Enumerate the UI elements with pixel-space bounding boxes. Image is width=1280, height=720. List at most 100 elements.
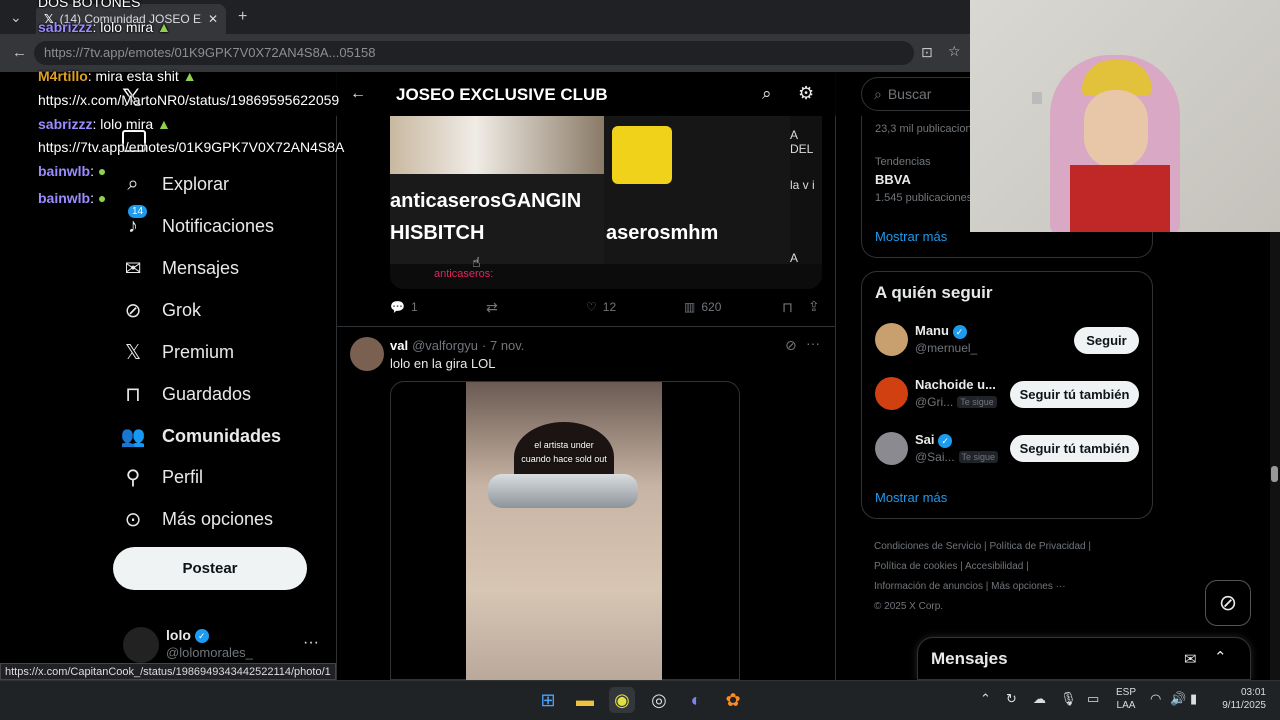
grok-fab-icon[interactable]: ⊘ (1205, 580, 1251, 626)
sidebar-item-perfil[interactable]: ⚲ Perfil (122, 459, 203, 495)
sidebar-item-label: Comunidades (162, 425, 282, 446)
wifi-icon[interactable]: ◠ (1150, 691, 1161, 707)
sync-icon[interactable]: ↻ (1006, 691, 1017, 707)
sidebar-item-label: Mensajes (162, 257, 240, 278)
volume-icon[interactable]: 🔊 (1170, 691, 1186, 707)
bookmark-star-icon[interactable]: ☆ (948, 43, 961, 60)
install-icon[interactable]: ⊡ (921, 44, 933, 61)
follow-button[interactable]: Seguir (1074, 327, 1139, 354)
scrollbar[interactable] (1270, 232, 1280, 680)
post-button[interactable]: Postear (113, 547, 307, 590)
who-to-follow-title: A quién seguir (875, 283, 993, 302)
avatar[interactable] (123, 627, 159, 663)
show-more-link[interactable]: Mostrar más (875, 490, 947, 505)
back-icon[interactable]: ← (12, 44, 27, 61)
reply-count: 1 (410, 300, 418, 314)
avatar[interactable] (875, 377, 908, 410)
back-arrow-icon[interactable]: ← (350, 85, 366, 103)
follow-back-button[interactable]: Seguir tú también (1010, 435, 1139, 462)
sunglasses-shape (488, 474, 638, 508)
suggestion-name[interactable]: Nachoide u... (915, 377, 996, 392)
footer-link[interactable]: Más opciones ··· (991, 581, 1065, 592)
sidebar-item-guardados[interactable]: ⊓ Guardados (122, 376, 251, 412)
media-image-1 (390, 116, 604, 174)
sidebar-item-notificaciones[interactable]: ♪ 14 Notificaciones (122, 205, 274, 244)
microphone-icon[interactable]: 🎙 (1060, 691, 1077, 707)
sidebar-item-comunidades[interactable]: 👥 Comunidades (120, 418, 282, 454)
new-tab-icon[interactable]: + (238, 8, 247, 26)
image-text: HISBITCH (390, 222, 485, 244)
suggestion-name[interactable]: Manu ✓ (915, 323, 967, 339)
reply-icon: 💬 (390, 300, 405, 314)
reply-button[interactable]: 💬 1 (390, 300, 418, 314)
file-explorer-icon[interactable]: ▬ (572, 687, 598, 713)
scrollbar-thumb[interactable] (1271, 466, 1278, 482)
url-field[interactable]: https://7tv.app/emotes/01K9GPK7V0X72AN4S… (34, 41, 914, 65)
suggestion-name[interactable]: Sai ✓ (915, 432, 953, 448)
cloud-icon[interactable]: ☁ (1033, 691, 1046, 707)
account-name[interactable]: lolo ✓ (166, 627, 209, 644)
show-more-link[interactable]: Mostrar más (875, 229, 947, 244)
discord-icon[interactable]: ◐ (683, 687, 709, 713)
fl-studio-icon[interactable]: ✿ (720, 687, 746, 713)
video-caption: el artista under (534, 440, 594, 450)
face-shape (1084, 90, 1148, 168)
footer-link[interactable]: Política de cookies (874, 561, 957, 572)
footer-link[interactable]: Condiciones de Servicio (874, 541, 981, 552)
sidebar-item-label: Premium (162, 341, 235, 362)
avatar[interactable] (875, 432, 908, 465)
tab-list-icon[interactable]: ⌄ (10, 9, 22, 26)
display-icon[interactable]: ▭ (1087, 691, 1099, 707)
post-author[interactable]: val @valforgyu · 7 nov. (390, 338, 524, 353)
expand-icon[interactable]: ⌃ (1214, 648, 1227, 666)
footer-link[interactable]: Accesibilidad (965, 561, 1023, 572)
share-icon[interactable]: ⇪ (808, 298, 820, 315)
like-button[interactable]: ♡ 12 (586, 300, 616, 314)
suggestion-handle: @Gri... (915, 395, 954, 409)
sidebar-item-grok[interactable]: ⊘ Grok (122, 292, 201, 328)
tray-chevron-icon[interactable]: ⌃ (980, 691, 991, 707)
sidebar-item-premium[interactable]: 𝕏 Premium (122, 334, 234, 370)
footer-link[interactable]: Política de Privacidad (989, 541, 1085, 552)
chrome-icon[interactable]: ◉ (609, 687, 635, 713)
sidebar-item-mensajes[interactable]: ✉ Mensajes (122, 250, 239, 286)
obs-icon[interactable]: ◎ (646, 687, 672, 713)
follows-you-badge: Te sigue (957, 396, 997, 408)
chat-text: : (90, 190, 95, 206)
people-icon: 👥 (120, 425, 146, 448)
suggestion-name-label: Manu (915, 323, 949, 338)
sidebar-item-explorar[interactable]: ⌕ Explorar (122, 166, 229, 202)
footer-link[interactable]: Información de anuncios (874, 581, 983, 592)
post-more-icon[interactable]: ··· (806, 335, 820, 351)
battery-icon[interactable]: ▮ (1190, 691, 1197, 707)
sidebar-item-label: Más opciones (162, 508, 274, 529)
bookmark-icon[interactable]: ⊓ (782, 299, 793, 316)
sidebar-item-mas-opciones[interactable]: ⊙ Más opciones (122, 501, 273, 537)
verified-icon: ✓ (938, 433, 953, 448)
chat-user: M4rtillo (38, 68, 88, 84)
avatar[interactable] (350, 337, 384, 371)
clock[interactable]: 03:01 9/11/2025 (1214, 686, 1266, 712)
divider (336, 326, 836, 327)
video-thumbnail[interactable]: el artista under cuando hace sold out (466, 382, 662, 680)
image-text: anticaserosGANGIN (390, 190, 582, 212)
new-message-icon[interactable]: ✉ (1184, 650, 1197, 668)
trend-name[interactable]: BBVA (875, 172, 911, 187)
grok-icon[interactable]: ⊘ (785, 337, 797, 354)
avatar[interactable] (875, 323, 908, 356)
follow-back-button[interactable]: Seguir tú también (1010, 381, 1139, 408)
gear-icon[interactable]: ⚙ (798, 83, 814, 104)
retweet-icon[interactable]: ⇄ (486, 299, 498, 316)
webcam-overlay (970, 0, 1280, 232)
search-icon[interactable]: ⌕ (762, 84, 772, 104)
chat-line: https://7tv.app/emotes/01K9GPK7V0X72AN4S… (38, 139, 344, 155)
windows-start-icon[interactable]: ⊞ (535, 687, 561, 713)
trend-count: 23,3 mil publicaciones (875, 123, 984, 135)
views-button[interactable]: ▥ 620 (684, 300, 721, 314)
mail-icon: ✉ (124, 257, 142, 280)
account-more-icon[interactable]: ··· (303, 634, 319, 652)
chat-user: bainwlb (38, 190, 91, 206)
post-media[interactable]: anticaserosGANGIN HISBITCH aserosmhm A D… (390, 116, 822, 289)
close-tab-icon[interactable]: ✕ (208, 12, 218, 26)
language-indicator[interactable]: ESP LAA (1116, 686, 1136, 712)
